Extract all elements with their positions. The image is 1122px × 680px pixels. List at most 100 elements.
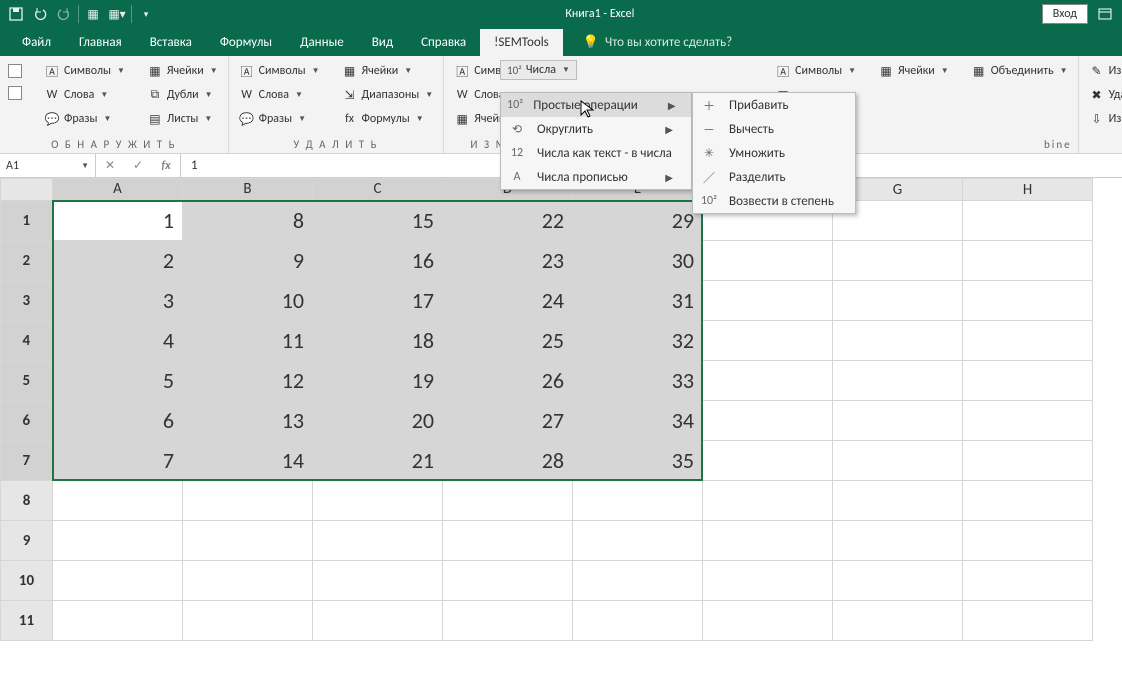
tab-вид[interactable]: Вид xyxy=(358,29,407,56)
qat-btn-1[interactable]: ▦ xyxy=(81,2,105,26)
cell-A8[interactable] xyxy=(53,481,183,521)
cell-B8[interactable] xyxy=(183,481,313,521)
cell-B11[interactable] xyxy=(183,601,313,641)
cell-B1[interactable]: 8 xyxy=(183,201,313,241)
ribbon-btn-Листы[interactable]: ▤Листы▼ xyxy=(143,108,222,130)
row-header-2[interactable]: 2 xyxy=(1,241,53,281)
cell-C5[interactable]: 19 xyxy=(313,361,443,401)
undo-icon[interactable] xyxy=(28,2,52,26)
row-header-1[interactable]: 1 xyxy=(1,201,53,241)
menu-item-Простые операции[interactable]: 10²Простые операции▶ xyxy=(501,93,691,117)
tab-!semtools[interactable]: !SEMTools xyxy=(480,29,563,56)
cell-H1[interactable] xyxy=(963,201,1093,241)
cell-G7[interactable] xyxy=(833,441,963,481)
cancel-icon[interactable]: ✕ xyxy=(96,158,124,173)
row-header-10[interactable]: 10 xyxy=(1,561,53,601)
cell-A3[interactable]: 3 xyxy=(53,281,183,321)
fx-icon[interactable]: fx xyxy=(152,159,180,173)
cell-G3[interactable] xyxy=(833,281,963,321)
cell-F7[interactable] xyxy=(703,441,833,481)
ribbon-btn-Диапазоны[interactable]: ⇲Диапазоны▼ xyxy=(338,84,438,106)
cell-D5[interactable]: 26 xyxy=(443,361,573,401)
cell-E7[interactable]: 35 xyxy=(573,441,703,481)
menu-item-Прибавить[interactable]: ＋Прибавить xyxy=(693,93,855,117)
cell-C10[interactable] xyxy=(313,561,443,601)
ribbon-btn-Фразы[interactable]: 💬Фразы▼ xyxy=(40,108,129,130)
cell-E3[interactable]: 31 xyxy=(573,281,703,321)
row-header-11[interactable]: 11 xyxy=(1,601,53,641)
cell-G5[interactable] xyxy=(833,361,963,401)
cell-A10[interactable] xyxy=(53,561,183,601)
cell-C7[interactable]: 21 xyxy=(313,441,443,481)
cell-F6[interactable] xyxy=(703,401,833,441)
menu-item-Округлить[interactable]: ⟲Округлить▶ xyxy=(501,117,691,141)
cell-E1[interactable]: 29 xyxy=(573,201,703,241)
cell-A11[interactable] xyxy=(53,601,183,641)
cell-F4[interactable] xyxy=(703,321,833,361)
enter-icon[interactable]: ✓ xyxy=(124,158,152,173)
worksheet-grid[interactable]: ABCDEFGH11815222922916233033101724314411… xyxy=(0,178,1122,641)
cell-B10[interactable] xyxy=(183,561,313,601)
cell-C6[interactable]: 20 xyxy=(313,401,443,441)
cell-C4[interactable]: 18 xyxy=(313,321,443,361)
cell-D6[interactable]: 27 xyxy=(443,401,573,441)
tab-формулы[interactable]: Формулы xyxy=(206,29,286,56)
row-header-4[interactable]: 4 xyxy=(1,321,53,361)
cell-A1[interactable]: 1 xyxy=(53,201,183,241)
cell-B7[interactable]: 14 xyxy=(183,441,313,481)
cell-F2[interactable] xyxy=(703,241,833,281)
col-header-C[interactable]: C xyxy=(313,179,443,201)
cell-A2[interactable]: 2 xyxy=(53,241,183,281)
cell-C11[interactable] xyxy=(313,601,443,641)
cell-F9[interactable] xyxy=(703,521,833,561)
ribbon-btn-Формулы[interactable]: fxФормулы▼ xyxy=(338,108,438,130)
tab-файл[interactable]: Файл xyxy=(8,29,65,56)
cell-B5[interactable]: 12 xyxy=(183,361,313,401)
ribbon-btn-Удалить[interactable]: ✖Удалить▼ xyxy=(1085,84,1122,106)
ribbon-btn-Ячейки[interactable]: ▦Ячейки▼ xyxy=(338,60,438,82)
row-header-6[interactable]: 6 xyxy=(1,401,53,441)
menu-item-Числа прописью[interactable]: АЧисла прописью▶ xyxy=(501,165,691,189)
cell-B6[interactable]: 13 xyxy=(183,401,313,441)
chevron-down-icon[interactable]: ▼ xyxy=(81,161,89,171)
cell-H4[interactable] xyxy=(963,321,1093,361)
cell-H5[interactable] xyxy=(963,361,1093,401)
cell-F8[interactable] xyxy=(703,481,833,521)
cell-D10[interactable] xyxy=(443,561,573,601)
simple-ops-submenu[interactable]: ＋Прибавить－Вычесть✳Умножить／Разделить10²… xyxy=(692,92,856,214)
row-header-5[interactable]: 5 xyxy=(1,361,53,401)
ribbon-btn-Изменить[interactable]: ✎Изменить▼ xyxy=(1085,60,1122,82)
cell-H3[interactable] xyxy=(963,281,1093,321)
cell-C2[interactable]: 16 xyxy=(313,241,443,281)
ribbon-btn-Символы[interactable]: 🄰Символы▼ xyxy=(771,60,860,82)
row-header-9[interactable]: 9 xyxy=(1,521,53,561)
cell-E10[interactable] xyxy=(573,561,703,601)
ribbon-btn-Слова[interactable]: WСлова▼ xyxy=(235,84,324,106)
cell-G9[interactable] xyxy=(833,521,963,561)
ribbon-btn-Ячейки[interactable]: ▦Ячейки▼ xyxy=(874,60,953,82)
cell-E4[interactable]: 32 xyxy=(573,321,703,361)
cell-E6[interactable]: 34 xyxy=(573,401,703,441)
cell-D1[interactable]: 22 xyxy=(443,201,573,241)
menu-item-Вычесть[interactable]: －Вычесть xyxy=(693,117,855,141)
ribbon-display-icon[interactable] xyxy=(1096,5,1114,23)
numbers-menu[interactable]: 10²Простые операции▶⟲Округлить▶12Числа к… xyxy=(500,92,692,190)
cell-B2[interactable]: 9 xyxy=(183,241,313,281)
cell-G2[interactable] xyxy=(833,241,963,281)
tell-me[interactable]: 💡 Что вы хотите сделать? xyxy=(573,29,742,56)
tab-данные[interactable]: Данные xyxy=(286,29,358,56)
cell-G8[interactable] xyxy=(833,481,963,521)
menu-item-Умножить[interactable]: ✳Умножить xyxy=(693,141,855,165)
qat-customize[interactable]: ▾ xyxy=(134,2,158,26)
cell-H8[interactable] xyxy=(963,481,1093,521)
cell-B3[interactable]: 10 xyxy=(183,281,313,321)
cell-D8[interactable] xyxy=(443,481,573,521)
cell-A4[interactable]: 4 xyxy=(53,321,183,361)
cell-E11[interactable] xyxy=(573,601,703,641)
checkbox-1[interactable] xyxy=(8,64,22,78)
cell-C8[interactable] xyxy=(313,481,443,521)
row-header-3[interactable]: 3 xyxy=(1,281,53,321)
save-icon[interactable] xyxy=(4,2,28,26)
cell-F5[interactable] xyxy=(703,361,833,401)
cell-D3[interactable]: 24 xyxy=(443,281,573,321)
